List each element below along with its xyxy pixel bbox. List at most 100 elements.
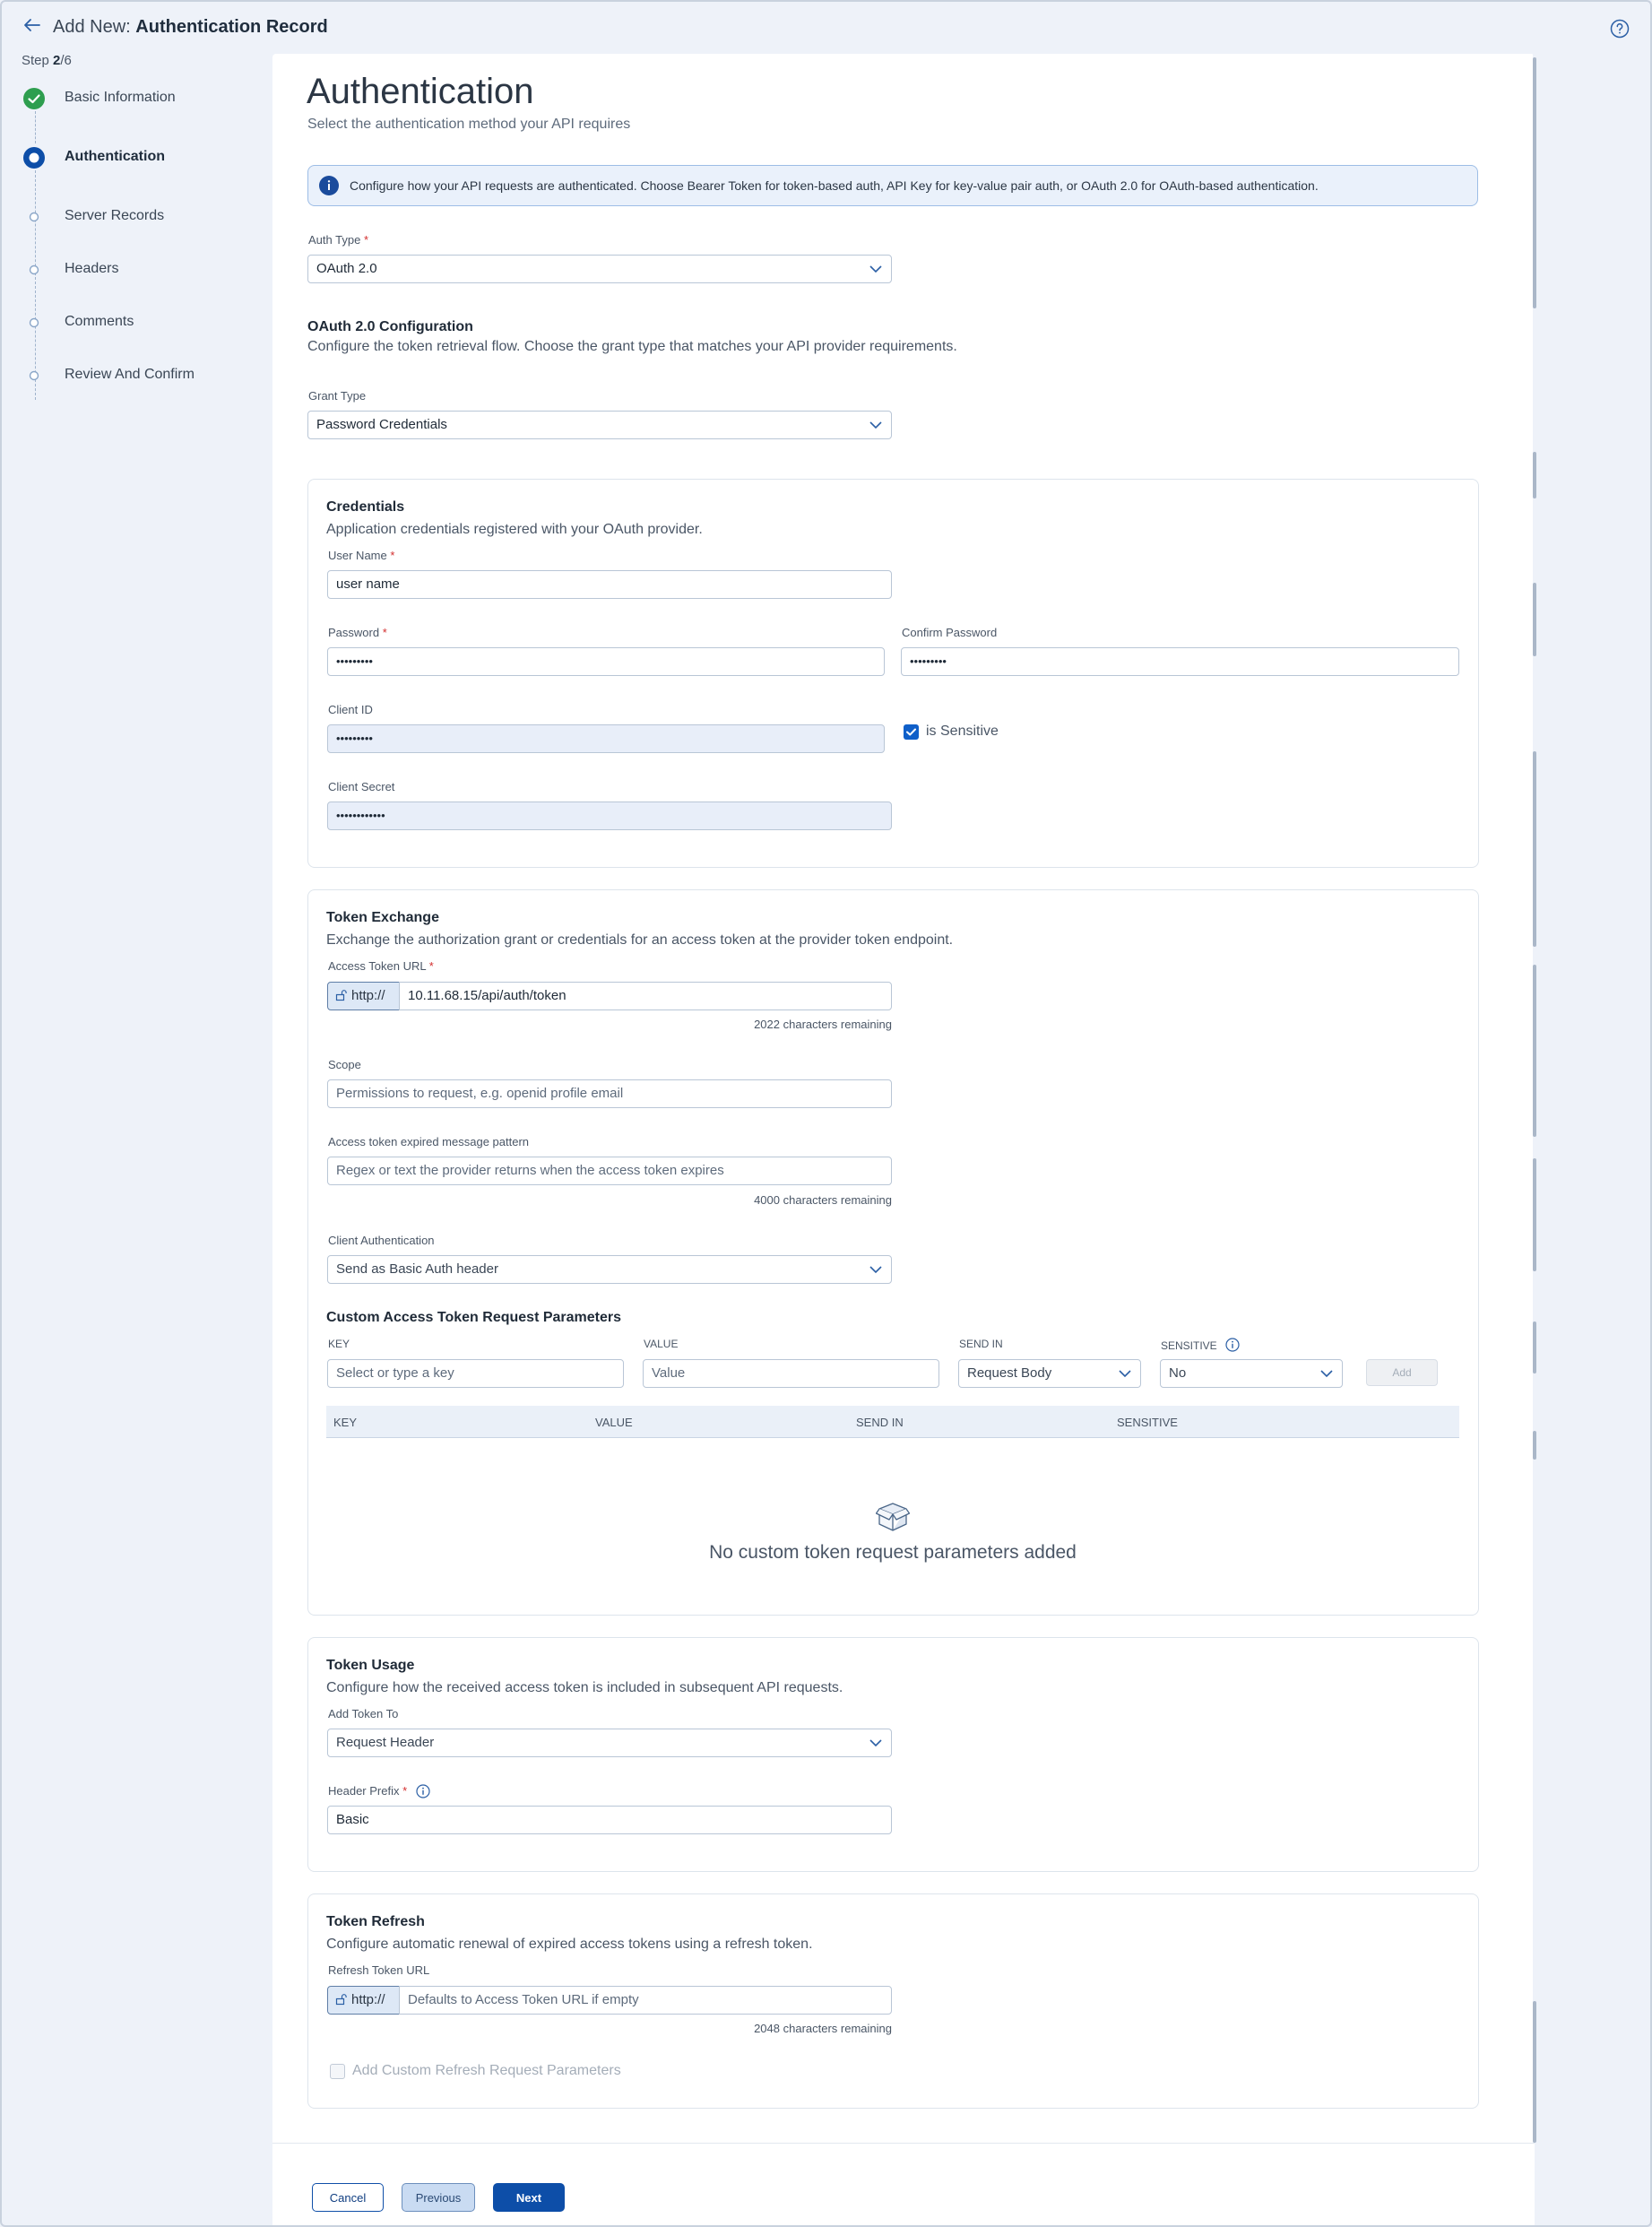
- page-header-title: Add New: Authentication Record: [53, 17, 328, 38]
- checkmark-icon: [906, 728, 916, 736]
- add-param-button[interactable]: Add: [1366, 1359, 1438, 1386]
- top-bar: Add New: Authentication Record: [2, 2, 1650, 52]
- param-key-input[interactable]: Select or type a key: [327, 1359, 624, 1388]
- add-token-to-select[interactable]: Request Header: [327, 1729, 892, 1757]
- scrollbar-thumb[interactable]: [1533, 1431, 1536, 1460]
- pending-step-icon: [29, 264, 39, 275]
- refresh-protocol-toggle[interactable]: http://: [327, 1986, 400, 2015]
- client-auth-select[interactable]: Send as Basic Auth header: [327, 1255, 892, 1284]
- token-refresh-subtitle: Configure automatic renewal of expired a…: [326, 1937, 813, 1952]
- username-label: User Name *: [328, 549, 395, 562]
- expired-pattern-label: Access token expired message pattern: [328, 1135, 530, 1148]
- sensitive-column-label: SENSITIVE: [1161, 1338, 1240, 1352]
- client-secret-input[interactable]: ••••••••••••: [327, 802, 892, 830]
- client-id-input[interactable]: •••••••••: [327, 724, 885, 753]
- table-col-send-in: SEND IN: [856, 1416, 904, 1429]
- credentials-subtitle: Application credentials registered with …: [326, 522, 703, 537]
- stepper: Basic Information Authentication Server …: [23, 84, 265, 429]
- protocol-toggle[interactable]: http://: [327, 982, 400, 1010]
- custom-refresh-params-checkbox[interactable]: [330, 2064, 345, 2079]
- pending-step-icon: [29, 212, 39, 222]
- expired-pattern-input[interactable]: Regex or text the provider returns when …: [327, 1157, 892, 1185]
- token-refresh-title: Token Refresh: [326, 1914, 425, 1929]
- custom-params-title: Custom Access Token Request Parameters: [326, 1310, 622, 1325]
- info-outline-icon[interactable]: [416, 1784, 430, 1798]
- scrollbar-thumb[interactable]: [1533, 583, 1536, 656]
- back-arrow-icon[interactable]: [22, 14, 43, 36]
- is-sensitive-label: is Sensitive: [926, 724, 999, 739]
- check-circle-icon: [23, 88, 45, 109]
- send-in-column-label: SEND IN: [959, 1338, 1003, 1350]
- chevron-down-icon: [1119, 1370, 1131, 1378]
- client-id-label: Client ID: [328, 703, 373, 716]
- step-label: Server Records: [65, 208, 165, 223]
- info-banner: Configure how your API requests are auth…: [307, 165, 1478, 206]
- param-value-input[interactable]: Value: [643, 1359, 939, 1388]
- password-label: Password *: [328, 626, 387, 639]
- step-headers[interactable]: Headers: [23, 256, 265, 313]
- sensitive-select[interactable]: No: [1160, 1359, 1343, 1388]
- step-basic-information[interactable]: Basic Information: [23, 84, 265, 142]
- header-prefix-label: Header Prefix *: [328, 1784, 430, 1798]
- app-window: Add New: Authentication Record Step 2/6 …: [0, 0, 1652, 2227]
- access-token-url-label: Access Token URL *: [328, 959, 434, 973]
- custom-refresh-params-label: Add Custom Refresh Request Parameters: [352, 2063, 621, 2078]
- scope-input[interactable]: Permissions to request, e.g. openid prof…: [327, 1079, 892, 1108]
- scrollbar-thumb[interactable]: [1533, 1321, 1536, 1373]
- header-title-prefix: Add New:: [53, 17, 131, 37]
- step-authentication[interactable]: Authentication: [23, 143, 265, 201]
- auth-type-select[interactable]: OAuth 2.0: [307, 255, 892, 283]
- oauth-config-subtitle: Configure the token retrieval flow. Choo…: [307, 339, 957, 354]
- client-auth-label: Client Authentication: [328, 1234, 435, 1247]
- pending-step-icon: [29, 370, 39, 381]
- step-label: Review And Confirm: [65, 367, 195, 382]
- scrollbar-thumb[interactable]: [1533, 965, 1536, 1137]
- scope-label: Scope: [328, 1058, 361, 1071]
- confirm-password-label: Confirm Password: [902, 626, 998, 639]
- cancel-button[interactable]: Cancel: [312, 2183, 384, 2212]
- pending-step-icon: [29, 317, 39, 328]
- scrollbar-thumb[interactable]: [1533, 57, 1536, 308]
- grant-type-select[interactable]: Password Credentials: [307, 411, 892, 439]
- chevron-down-icon: [869, 1266, 882, 1274]
- refresh-url-label: Refresh Token URL: [328, 1963, 430, 1977]
- page-subtitle: Select the authentication method your AP…: [307, 117, 631, 132]
- scrollbar-thumb[interactable]: [1533, 452, 1536, 498]
- table-col-key: KEY: [333, 1416, 358, 1429]
- next-button[interactable]: Next: [493, 2183, 565, 2212]
- help-icon[interactable]: [1609, 18, 1630, 39]
- username-input[interactable]: user name: [327, 570, 892, 599]
- send-in-select[interactable]: Request Body: [958, 1359, 1141, 1388]
- header-prefix-input[interactable]: Basic: [327, 1806, 892, 1834]
- confirm-password-input[interactable]: •••••••••: [901, 647, 1459, 676]
- step-comments[interactable]: Comments: [23, 308, 265, 366]
- token-exchange-title: Token Exchange: [326, 910, 439, 925]
- step-review-and-confirm[interactable]: Review And Confirm: [23, 361, 265, 419]
- token-usage-title: Token Usage: [326, 1658, 415, 1673]
- empty-box-icon: [876, 1503, 910, 1531]
- oauth-config-title: OAuth 2.0 Configuration: [307, 319, 473, 334]
- page-title: Authentication: [307, 72, 534, 111]
- refresh-url-input[interactable]: Defaults to Access Token URL if empty: [399, 1986, 892, 2015]
- value-column-label: VALUE: [644, 1338, 679, 1350]
- table-col-value: VALUE: [595, 1416, 633, 1429]
- access-token-url-input[interactable]: 10.11.68.15/api/auth/token: [399, 982, 892, 1010]
- active-step-icon: [23, 147, 45, 169]
- previous-button[interactable]: Previous: [402, 2183, 475, 2212]
- info-outline-icon[interactable]: [1225, 1338, 1240, 1352]
- scrollbar-thumb[interactable]: [1533, 751, 1536, 947]
- scrollbar-thumb[interactable]: [1533, 1158, 1536, 1271]
- expired-char-counter: 4000 characters remaining: [754, 1193, 892, 1207]
- step-label: Comments: [65, 314, 134, 329]
- auth-type-label: Auth Type *: [308, 233, 368, 247]
- scrollbar-thumb[interactable]: [1533, 2001, 1536, 2143]
- url-char-counter: 2022 characters remaining: [754, 1018, 892, 1031]
- step-counter: Step 2/6: [22, 53, 72, 68]
- chevron-down-icon: [869, 421, 882, 429]
- is-sensitive-checkbox[interactable]: [904, 724, 919, 740]
- client-secret-label: Client Secret: [328, 780, 395, 793]
- chevron-down-icon: [869, 1739, 882, 1747]
- step-server-records[interactable]: Server Records: [23, 203, 265, 260]
- params-table-header: KEY VALUE SEND IN SENSITIVE: [326, 1406, 1459, 1438]
- password-input[interactable]: •••••••••: [327, 647, 885, 676]
